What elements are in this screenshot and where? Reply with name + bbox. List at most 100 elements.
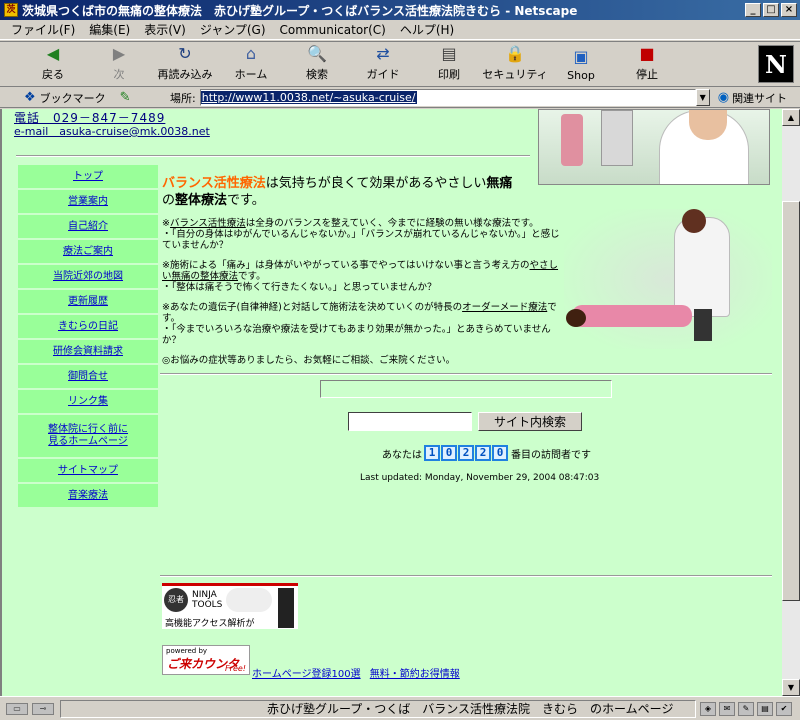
netscape-logo[interactable]: N [758, 45, 794, 83]
related-sites-icon: ◉ [717, 90, 730, 105]
sidebar-nav-item[interactable]: トップ [18, 165, 158, 188]
scroll-thumb[interactable] [782, 201, 800, 601]
visitor-counter: あなたは 10220 番目の訪問者です [382, 445, 591, 461]
bookmark-icon: ❖ [24, 90, 36, 105]
search-icon: 🔍 [307, 43, 327, 63]
vertical-scrollbar[interactable]: ▲ ▼ [782, 109, 800, 696]
ninja-caption: 高機能アクセス解析が [165, 619, 255, 629]
page-proxy-icon[interactable]: ✎ [120, 90, 131, 105]
toolbar-button[interactable]: ⇄ ガイド [350, 42, 416, 86]
mail-icon[interactable]: ✉ [719, 701, 735, 716]
toolbar-button[interactable]: ▣ Shop [548, 42, 614, 86]
sidebar-nav-item[interactable]: 更新履歴 [18, 290, 158, 313]
inline-link[interactable]: バランス活性療法 [170, 218, 246, 229]
site-search-input[interactable] [348, 412, 472, 431]
stop-icon: ■ [639, 43, 655, 63]
footer-link[interactable]: 無料・節約お得情報 [370, 669, 460, 680]
ninja-tools-banner[interactable]: 忍者 NINJA TOOLS 高機能アクセス解析が [162, 583, 298, 629]
counter-digit: 2 [458, 445, 474, 461]
bookmarks-button[interactable]: ❖ ブックマーク ✎ [24, 90, 154, 106]
navigator-icon[interactable]: ◈ [700, 701, 716, 716]
photo-therapist-leg [694, 309, 712, 341]
location-dropdown-button[interactable]: ▼ [695, 89, 710, 106]
location-input[interactable]: http://www11.0038.net/~asuka-cruise/ [199, 89, 696, 106]
toolbar-button[interactable]: ↻ 再読み込み [152, 42, 218, 86]
window-title: 茨城県つくば市の無痛の整体療法 赤ひげ塾グループ・つくばバランス活性療法院きむら… [22, 3, 578, 18]
toolbar-button-label: セキュリティ [482, 68, 548, 81]
menu-item[interactable]: Communicator(C) [273, 23, 393, 37]
menu-item[interactable]: 表示(V) [137, 21, 193, 38]
sidebar-nav-item[interactable]: きむらの日記 [18, 315, 158, 338]
sidebar-nav-item[interactable]: サイトマップ [18, 459, 158, 482]
inline-link[interactable]: オーダーメード療法 [462, 302, 547, 313]
minimize-button[interactable]: _ [745, 3, 761, 17]
title-bar[interactable]: 茨 茨城県つくば市の無痛の整体療法 赤ひげ塾グループ・つくばバランス活性療法院き… [0, 0, 800, 20]
sidebar-nav-item[interactable]: 営業案内 [18, 190, 158, 213]
footer-links: ホームページ登録100選 無料・節約お得情報 [252, 665, 460, 680]
print-icon: ▤ [441, 43, 457, 63]
plug-icon: ⊸ [32, 702, 54, 715]
toolbar-button[interactable]: ▤ 印刷 [416, 42, 482, 86]
sidebar-nav-item[interactable]: リンク集 [18, 390, 158, 413]
toolbar-button-label: Shop [567, 69, 595, 82]
menu-item[interactable]: ヘルプ(H) [393, 21, 461, 38]
toolbar-button[interactable]: 🔍 検索 [284, 42, 350, 86]
divider [160, 373, 772, 375]
sidebar-nav-item[interactable]: 整体院に行く前に 見るホームページ [18, 415, 158, 457]
paragraph-text: ※あなたの遺伝子(自律神経)と対話して施術法を決めていくのが特長の [162, 302, 463, 313]
sidebar-nav-item[interactable]: 音楽療法 [18, 484, 158, 507]
addressbook-icon[interactable]: ▤ [757, 701, 773, 716]
headline-bold: 整体療法 [175, 193, 228, 208]
toolbar-button-label: 次 [113, 68, 125, 81]
close-button[interactable]: × [781, 3, 797, 17]
site-search: サイト内検索 [348, 412, 582, 431]
photo-patient-head [566, 309, 586, 327]
body-paragraph: ※あなたの遺伝子(自律神経)と対話して施術法を決めていくのが特長のオーダーメード… [162, 302, 562, 346]
maximize-button[interactable]: □ [763, 3, 779, 17]
toolbar-button-label: ホーム [234, 68, 268, 81]
footer-link[interactable]: ホームページ登録100選 [252, 669, 361, 680]
toolbar-button[interactable]: ⌂ ホーム [218, 42, 284, 86]
reload-icon: ↻ [178, 43, 192, 63]
edit-icon[interactable]: ✔ [776, 701, 792, 716]
doctor-photo [538, 109, 770, 185]
photo-therapist-head [682, 209, 706, 233]
counter-digit: 0 [492, 445, 508, 461]
composer-icon[interactable]: ✎ [738, 701, 754, 716]
paragraph-text: は全身のバランスを整えていく、今までに経験の無い様な療法です。 [245, 218, 539, 229]
contact-info: 電話 029－847－7489 e-mail asuka-cruise@mk.0… [14, 111, 210, 139]
home-icon: ⌂ [245, 43, 257, 63]
toolbar-button[interactable]: 🔒 セキュリティ [482, 42, 548, 86]
toolbar-button-label: 検索 [306, 68, 328, 81]
sidebar-nav-item[interactable]: 療法ご案内 [18, 240, 158, 263]
treatment-photo [564, 209, 772, 349]
counter-digit: 1 [424, 445, 440, 461]
scroll-down-button[interactable]: ▼ [782, 679, 800, 696]
toolbar-button[interactable]: ▶ 次 [86, 42, 152, 86]
toolbar-button-label: 再読み込み [157, 68, 213, 81]
status-bar: ▭ ⊸ 赤ひげ塾グループ・つくば バランス活性療法院 きむら のホームページ ◈… [0, 696, 800, 720]
paragraph-text: ◎お悩みの症状等ありましたら、お気軽にご相談、ご来院ください。 [162, 355, 456, 366]
last-updated: Last updated: Monday, November 29, 2004 … [360, 473, 600, 483]
body-paragraph: ※バランス活性療法は全身のバランスを整えていく、今までに経験の無い様な療法です。… [162, 218, 562, 251]
sidebar-nav-item[interactable]: 当院近郊の地図 [18, 265, 158, 288]
sidebar-nav-item[interactable]: 研修会資料請求 [18, 340, 158, 363]
sidebar-nav: トップ 営業案内 自己紹介 療法ご案内 当院近郊の地図 更新履歴 きむらの日記 研修会資料請求… [18, 165, 158, 509]
scroll-up-button[interactable]: ▲ [782, 109, 800, 126]
menu-item[interactable]: ファイル(F) [4, 21, 82, 38]
sidebar-nav-item[interactable]: 御問合せ [18, 365, 158, 388]
photo-therapist [674, 217, 730, 317]
menu-item[interactable]: 編集(E) [82, 21, 137, 38]
counter-digits: 10220 [424, 445, 509, 461]
sidebar-nav-item[interactable]: 自己紹介 [18, 215, 158, 238]
toolbar-button[interactable]: ■ 停止 [614, 42, 680, 86]
headline-text: は気持ちが良くて効果があるやさしい [265, 176, 487, 191]
counter-service-badge[interactable]: powered by ご来カウンター Free! [162, 645, 250, 675]
related-sites-button[interactable]: ◉ 関連サイト [718, 90, 787, 106]
connection-icon: ▭ [6, 702, 28, 715]
menu-item[interactable]: ジャンプ(G) [193, 21, 273, 38]
email-link[interactable]: e-mail asuka-cruise@mk.0038.net [14, 125, 210, 139]
divider [160, 575, 772, 577]
site-search-button[interactable]: サイト内検索 [478, 412, 582, 431]
toolbar-button[interactable]: ◀ 戻る [20, 42, 86, 86]
